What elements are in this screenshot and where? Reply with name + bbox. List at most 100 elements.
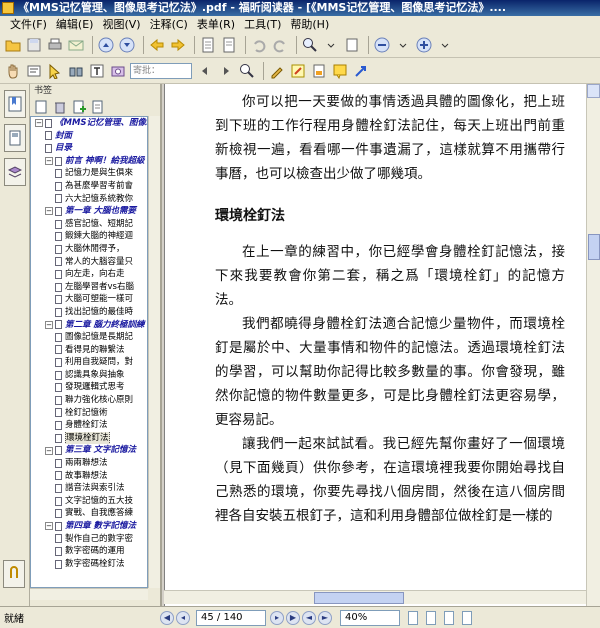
next-page-icon[interactable]: ▸ — [270, 610, 284, 625]
menu-comment[interactable]: 注释(C) — [150, 16, 188, 32]
zoom-in-icon[interactable] — [415, 36, 433, 54]
next-view-icon[interactable]: ► — [318, 610, 332, 625]
bookmark-item[interactable]: 感官記憶、短期記 — [31, 218, 147, 231]
collapse-icon[interactable]: − — [45, 320, 53, 329]
previous-page-icon[interactable]: ◂ — [176, 610, 190, 625]
bookmark-item[interactable]: − 第四章 數字記憶法 — [31, 520, 147, 533]
hand-tool-icon[interactable] — [4, 62, 22, 80]
bookmark-item[interactable]: 圖像記憶是長期記 — [31, 331, 147, 344]
zoom-icon[interactable] — [301, 36, 319, 54]
document-vertical-scrollbar[interactable] — [586, 84, 600, 606]
page-number-input[interactable]: 45 / 140 — [196, 609, 266, 626]
menu-edit[interactable]: 编辑(E) — [56, 16, 94, 32]
extract-page-icon[interactable] — [220, 36, 238, 54]
scroll-thumb[interactable] — [588, 234, 600, 260]
chevron-down-icon[interactable] — [322, 36, 340, 54]
last-page-icon[interactable]: ▶ — [286, 610, 300, 625]
bookmark-item[interactable]: − 第一章 大腦也需要 — [31, 205, 147, 218]
bookmark-item[interactable]: 數字密碼的運用 — [31, 545, 147, 558]
find-previous-icon[interactable] — [196, 62, 214, 80]
bookmark-item[interactable]: 實戰、自我應答練 — [31, 507, 147, 520]
forward-arrow-icon[interactable] — [169, 36, 187, 54]
scroll-thumb[interactable] — [314, 592, 404, 604]
bookmark-item[interactable]: 看得見的聯繫法 — [31, 344, 147, 357]
bookmark-item[interactable]: 目录 — [31, 142, 147, 155]
bookmark-tree[interactable]: − 《MMS记忆管理、图像… 封面 目录 − 前言 神啊！給我超級 記憶力是與生俱來 為甚麼學… — [30, 116, 148, 588]
note-icon[interactable] — [331, 62, 349, 80]
scroll-up-icon[interactable] — [587, 84, 600, 98]
bookmark-item[interactable]: 常人的大腦容量只 — [31, 256, 147, 269]
redo-icon[interactable] — [271, 36, 289, 54]
snapshot-icon[interactable] — [109, 62, 127, 80]
bookmark-item[interactable]: 栓釘記憶術 — [31, 407, 147, 420]
text-tool-icon[interactable] — [88, 62, 106, 80]
chevron-down-icon[interactable] — [436, 36, 454, 54]
bookmark-item[interactable]: 左腦學習者vs右腦 — [31, 281, 147, 294]
bookmark-horizontal-scrollbar[interactable] — [30, 588, 148, 600]
stamp-icon[interactable] — [310, 62, 328, 80]
collapse-icon[interactable]: − — [45, 446, 53, 455]
typewriter-icon[interactable] — [268, 62, 286, 80]
print-icon[interactable] — [46, 36, 64, 54]
bookmark-item[interactable]: 諧音法與索引法 — [31, 482, 147, 495]
bookmark-item[interactable]: 故事聯想法 — [31, 470, 147, 483]
bookmark-item[interactable]: 鍛鍊大腦的神經迴 — [31, 230, 147, 243]
email-icon[interactable] — [67, 36, 85, 54]
bookmark-item[interactable]: − 前言 神啊！給我超級 — [31, 155, 147, 168]
zoom-out-icon[interactable] — [373, 36, 391, 54]
collapse-icon[interactable]: − — [45, 207, 53, 216]
bookmark-item[interactable]: 封面 — [31, 130, 147, 143]
bookmark-item[interactable]: 為甚麼學習考前會 — [31, 180, 147, 193]
arrow-tool-icon[interactable] — [352, 62, 370, 80]
first-page-icon[interactable]: ◀ — [160, 610, 174, 625]
bookmark-item[interactable]: 大腦可塑能一樣可 — [31, 293, 147, 306]
continuous-facing-view-icon[interactable] — [462, 610, 472, 625]
menu-form[interactable]: 表单(R) — [197, 16, 235, 32]
bookmark-item[interactable]: 環境栓釘法 — [31, 431, 147, 445]
highlight-icon[interactable] — [289, 62, 307, 80]
collapse-icon[interactable]: − — [35, 119, 43, 128]
add-bookmark-icon[interactable] — [71, 99, 87, 115]
pages-tab-icon[interactable] — [3, 124, 26, 152]
bookmarks-tab-icon[interactable] — [3, 90, 26, 118]
menu-help[interactable]: 帮助(H) — [290, 16, 329, 32]
bookmark-item[interactable]: 大腦休閒得予， — [31, 243, 147, 256]
find-next-icon[interactable] — [217, 62, 235, 80]
bookmark-vertical-scrollbar[interactable] — [148, 116, 160, 588]
open-icon[interactable] — [4, 36, 22, 54]
bookmark-item[interactable]: 文字記憶的五大技 — [31, 495, 147, 508]
insert-page-icon[interactable] — [199, 36, 217, 54]
attachments-tab-icon[interactable] — [3, 560, 25, 588]
undo-icon[interactable] — [250, 36, 268, 54]
pointer-icon[interactable] — [46, 62, 64, 80]
previous-view-icon[interactable]: ◄ — [302, 610, 316, 625]
menu-view[interactable]: 视图(V) — [102, 16, 140, 32]
fit-page-icon[interactable] — [343, 36, 361, 54]
facing-view-icon[interactable] — [444, 610, 454, 625]
bookmark-item[interactable]: 六大記憶系統教你 — [31, 193, 147, 206]
zoom-select[interactable]: 40% — [340, 609, 400, 626]
bookmark-item[interactable]: − 《MMS记忆管理、图像… — [31, 117, 147, 130]
binoculars-icon[interactable] — [67, 62, 85, 80]
expand-bookmarks-icon[interactable] — [33, 99, 49, 115]
bookmark-item[interactable]: 製作自己的數字密 — [31, 533, 147, 546]
bookmark-properties-icon[interactable] — [90, 99, 106, 115]
bookmark-item[interactable]: 利用自我疑問，對 — [31, 356, 147, 369]
bookmark-item[interactable]: − 第二章 腦力終極訓練 — [31, 319, 147, 332]
bookmark-item[interactable]: 找出記憶的最佳時 — [31, 306, 147, 319]
menu-tools[interactable]: 工具(T) — [244, 16, 281, 32]
continuous-view-icon[interactable] — [426, 610, 436, 625]
bookmark-item[interactable]: 身體栓釘法 — [31, 419, 147, 432]
save-icon[interactable] — [25, 36, 43, 54]
comment-input[interactable]: 寄批： — [130, 62, 192, 79]
back-arrow-icon[interactable] — [148, 36, 166, 54]
collapse-icon[interactable]: − — [45, 522, 53, 531]
collapse-icon[interactable]: − — [45, 157, 53, 166]
document-horizontal-scrollbar[interactable] — [164, 590, 586, 604]
next-page-icon[interactable] — [118, 36, 136, 54]
delete-bookmark-icon[interactable] — [52, 99, 68, 115]
bookmark-item[interactable]: 發現邏輯式思考 — [31, 381, 147, 394]
layers-tab-icon[interactable] — [3, 158, 26, 186]
bookmark-item[interactable]: 聯力強化核心原則 — [31, 394, 147, 407]
prev-page-icon[interactable] — [97, 36, 115, 54]
